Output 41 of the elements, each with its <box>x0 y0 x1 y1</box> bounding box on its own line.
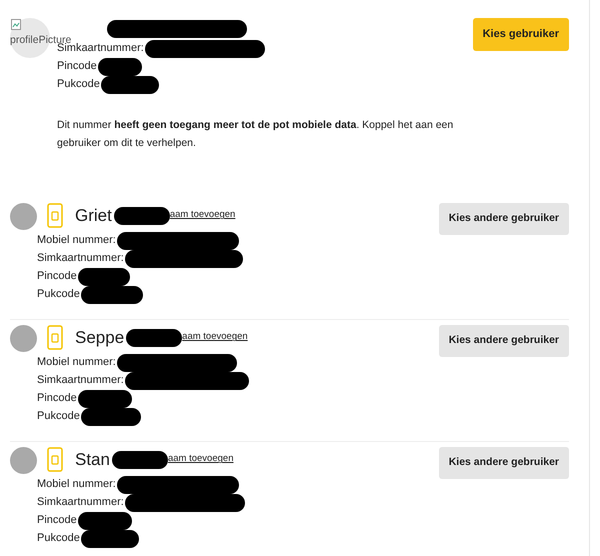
field-label: Simkaartnummer: <box>37 495 124 510</box>
field-label: Mobiel nummer: <box>37 233 116 248</box>
warning-message: Dit nummer heeft geen toegang meer tot de pot mobiele data. Koppel het aan een gebruiker om dit te verhelpen. <box>57 118 454 151</box>
field-label: Simkaartnummer: <box>57 42 144 56</box>
redaction-mark <box>80 286 143 304</box>
redaction-mark <box>80 408 141 426</box>
field-label: Simkaartnummer: <box>37 373 124 388</box>
user-name: Griet <box>75 204 112 226</box>
user-name: Seppe <box>75 326 124 348</box>
field-label: Pukcode <box>37 409 80 424</box>
user-name: Stan <box>75 448 110 470</box>
redaction-mark <box>114 206 170 224</box>
add-name-link[interactable]: aam toevoegen <box>168 452 234 467</box>
field-label: Pukcode <box>57 77 100 92</box>
field-label: Mobiel nummer: <box>37 355 116 370</box>
sim-card-icon <box>47 447 63 472</box>
add-name-link[interactable]: aam toevoegen <box>170 208 236 223</box>
sim-card-icon <box>47 203 63 228</box>
field-label: Pincode <box>37 391 77 406</box>
avatar-placeholder <box>10 447 37 474</box>
choose-other-user-button[interactable]: Kies andere gebruiker <box>438 447 569 479</box>
redaction-mark <box>80 530 139 548</box>
redaction-mark <box>112 450 168 468</box>
avatar-placeholder <box>10 203 37 230</box>
field-label: Pincode <box>37 269 77 284</box>
field-label: Mobiel nummer: <box>37 477 116 492</box>
redaction-mark <box>98 58 142 76</box>
choose-user-button[interactable]: Kies gebruiker <box>472 18 569 50</box>
field-label: Simkaartnummer: <box>37 251 124 266</box>
field-label: Pukcode <box>37 531 80 546</box>
redaction-mark <box>100 76 159 94</box>
redaction-mark <box>126 328 182 346</box>
field-label: Pincode <box>57 59 97 74</box>
choose-other-user-button[interactable]: Kies andere gebruiker <box>438 203 569 235</box>
sim-card-icon <box>47 325 63 350</box>
field-label: Pincode <box>37 513 77 528</box>
add-name-link[interactable]: aam toevoegen <box>182 330 248 345</box>
choose-other-user-button[interactable]: Kies andere gebruiker <box>438 325 569 357</box>
field-label: Pukcode <box>37 287 80 302</box>
broken-image-icon <box>11 19 21 30</box>
avatar-placeholder <box>10 325 37 352</box>
